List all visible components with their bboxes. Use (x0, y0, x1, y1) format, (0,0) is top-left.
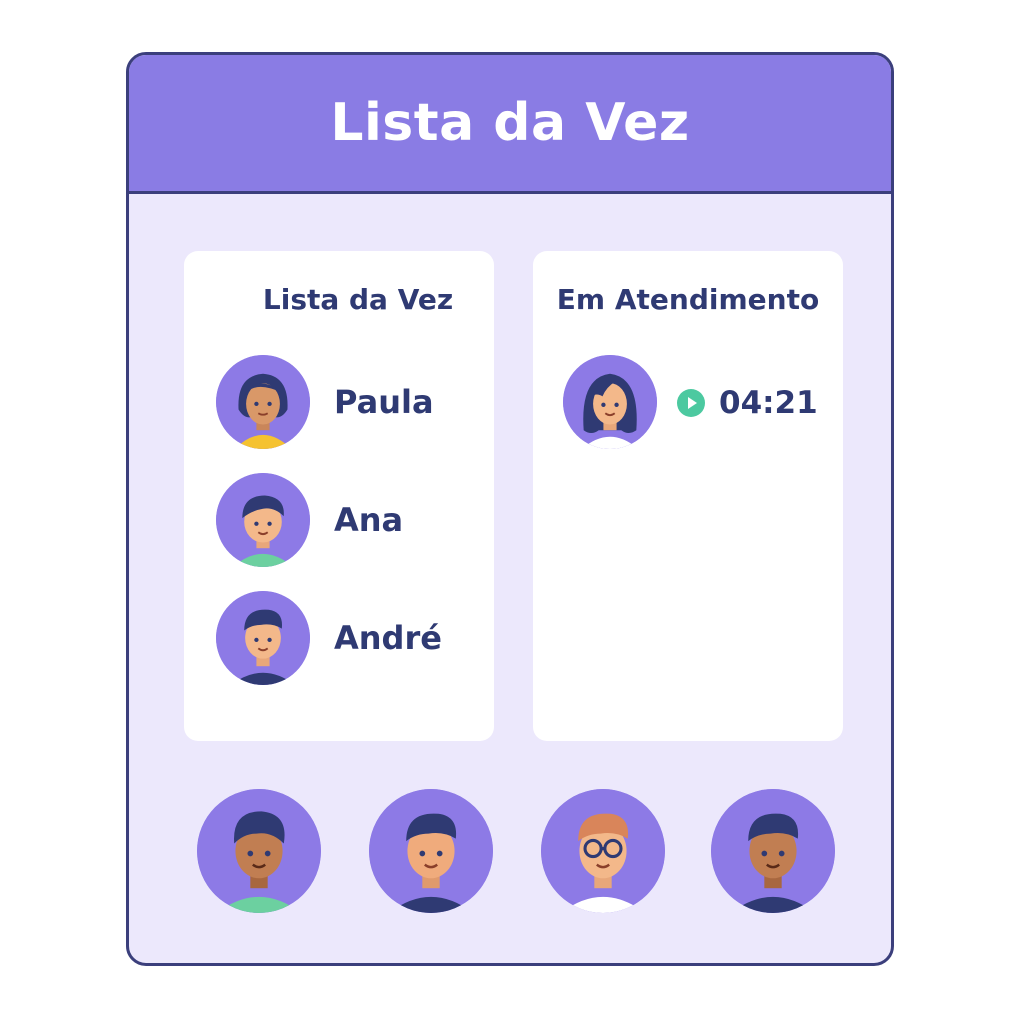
queue-item-name: André (334, 619, 442, 657)
queue-item-name: Paula (334, 383, 434, 421)
man-glasses-avatar-icon[interactable] (541, 789, 665, 913)
queue-item-ana[interactable]: Ana (216, 473, 476, 567)
man-avatar-icon[interactable] (197, 789, 321, 913)
timer-value: 04:21 (719, 385, 818, 421)
queue-item-andre[interactable]: André (216, 591, 476, 685)
active-panel-title: Em Atendimento (556, 283, 820, 316)
queue-item-name: Ana (334, 501, 404, 539)
page-title: Lista da Vez (330, 93, 690, 153)
queue-panel: Lista da Vez Paula Ana André (184, 251, 494, 741)
queue-panel-title: Lista da Vez (262, 283, 454, 316)
woman-long-hair-avatar-icon[interactable] (563, 355, 657, 449)
man-avatar-icon[interactable] (711, 789, 835, 913)
play-icon[interactable] (677, 389, 705, 417)
woman-avatar-icon (216, 355, 310, 449)
active-panel: Em Atendimento 04:21 (533, 251, 843, 741)
boy-avatar-icon (216, 473, 310, 567)
service-timer: 04:21 (677, 383, 818, 423)
available-attendants (197, 789, 837, 915)
man-avatar-icon[interactable] (369, 789, 493, 913)
queue-item-paula[interactable]: Paula (216, 355, 476, 449)
header: Lista da Vez (129, 55, 891, 194)
man-avatar-icon (216, 591, 310, 685)
app-window: Lista da Vez Lista da Vez Paula Ana Andr… (126, 52, 894, 966)
